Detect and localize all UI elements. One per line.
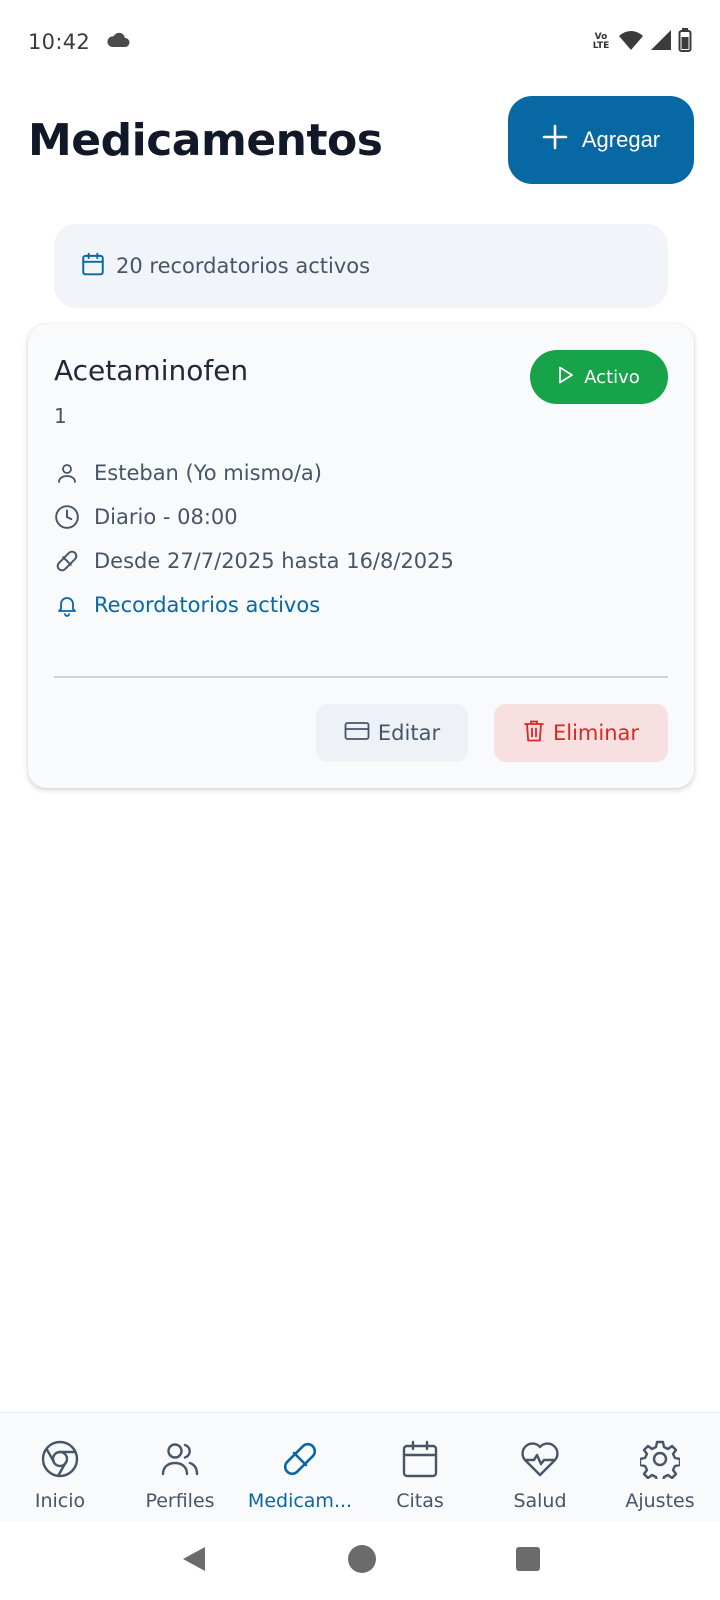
header: Medicamentos Agregar bbox=[28, 96, 694, 184]
nav-label: Ajustes bbox=[625, 1490, 695, 1512]
reminders-count-text: 20 recordatorios activos bbox=[116, 254, 371, 278]
status-label: Activo bbox=[584, 366, 640, 388]
users-icon bbox=[160, 1439, 200, 1484]
delete-button[interactable]: Eliminar bbox=[494, 704, 668, 762]
nav-label: Salud bbox=[513, 1490, 567, 1512]
status-time: 10:42 bbox=[28, 30, 91, 54]
bottom-nav: Inicio Perfiles Medicam... Citas Salud A… bbox=[0, 1412, 720, 1522]
card-icon bbox=[344, 721, 370, 746]
schedule-text: Diario - 08:00 bbox=[94, 505, 238, 529]
nav-item-inicio[interactable]: Inicio bbox=[0, 1413, 120, 1512]
card-divider bbox=[54, 676, 668, 678]
profile-text: Esteban (Yo mismo/a) bbox=[94, 461, 322, 485]
cloud-icon bbox=[106, 32, 130, 52]
wifi-icon bbox=[618, 29, 644, 55]
clock-icon bbox=[54, 504, 80, 530]
battery-icon bbox=[678, 28, 692, 56]
nav-label: Perfiles bbox=[145, 1490, 215, 1512]
pill-icon bbox=[54, 548, 80, 574]
pill-icon bbox=[280, 1439, 320, 1484]
calendar-icon bbox=[80, 251, 106, 282]
medication-dose: 1 bbox=[54, 404, 67, 428]
user-icon bbox=[54, 460, 80, 486]
home-button-icon[interactable] bbox=[347, 1544, 377, 1578]
calendar-icon bbox=[400, 1439, 440, 1484]
medication-name: Acetaminofen bbox=[54, 354, 249, 387]
nav-item-ajustes[interactable]: Ajustes bbox=[600, 1413, 720, 1512]
volte-bottom: LTE bbox=[592, 41, 610, 51]
edit-button[interactable]: Editar bbox=[316, 704, 468, 762]
status-right: Vo LTE bbox=[590, 28, 692, 56]
nav-label: Inicio bbox=[34, 1490, 86, 1512]
signal-icon bbox=[650, 29, 672, 55]
heart-pulse-icon bbox=[520, 1439, 560, 1484]
trash-icon bbox=[523, 719, 545, 748]
delete-label: Eliminar bbox=[552, 721, 640, 745]
nav-label: Medicam... bbox=[247, 1490, 353, 1512]
add-button-label: Agregar bbox=[581, 127, 661, 152]
system-nav-bar bbox=[0, 1522, 720, 1600]
add-medication-button[interactable]: Agregar bbox=[508, 96, 694, 184]
nav-item-perfiles[interactable]: Perfiles bbox=[120, 1413, 240, 1512]
volte-indicator: Vo LTE bbox=[590, 33, 612, 51]
plus-icon bbox=[542, 124, 568, 156]
dates-text: Desde 27/7/2025 hasta 16/8/2025 bbox=[94, 549, 454, 573]
play-icon bbox=[558, 366, 574, 389]
gear-icon bbox=[638, 1439, 682, 1484]
recents-icon[interactable] bbox=[515, 1546, 541, 1576]
home-icon bbox=[40, 1439, 80, 1484]
status-bar: 10:42 Vo LTE bbox=[0, 0, 720, 84]
bell-icon bbox=[54, 592, 80, 618]
nav-item-salud[interactable]: Salud bbox=[480, 1413, 600, 1512]
status-badge[interactable]: Activo bbox=[530, 350, 668, 404]
reminders-text: Recordatorios activos bbox=[94, 593, 321, 617]
medication-card[interactable]: Acetaminofen 1 Activo Esteban (Yo mismo/… bbox=[28, 324, 694, 788]
edit-label: Editar bbox=[377, 721, 441, 745]
page-title: Medicamentos bbox=[28, 114, 383, 166]
dates-row: Desde 27/7/2025 hasta 16/8/2025 bbox=[54, 548, 454, 574]
nav-item-citas[interactable]: Citas bbox=[360, 1413, 480, 1512]
nav-label: Citas bbox=[396, 1490, 444, 1512]
reminders-row: Recordatorios activos bbox=[54, 592, 320, 618]
reminders-banner: 20 recordatorios activos bbox=[54, 224, 668, 308]
nav-item-medicamentos[interactable]: Medicam... bbox=[240, 1413, 360, 1512]
status-left: 10:42 bbox=[28, 30, 130, 54]
schedule-row: Diario - 08:00 bbox=[54, 504, 238, 530]
back-icon[interactable] bbox=[179, 1544, 209, 1578]
profile-row: Esteban (Yo mismo/a) bbox=[54, 460, 322, 486]
